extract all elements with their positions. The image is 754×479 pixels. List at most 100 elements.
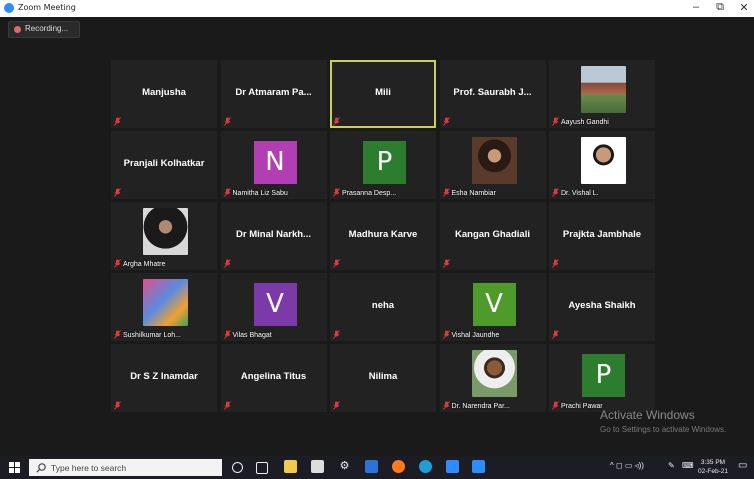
mic-muted-icon [114, 188, 121, 197]
participant-tile[interactable]: Dr. Narendra Par... [439, 344, 546, 412]
participant-tile[interactable]: Argha Mhatre [111, 202, 217, 270]
cortana-icon[interactable] [232, 462, 243, 473]
participant-display-name: Mili [375, 87, 391, 98]
participant-display-name: Prajkta Jambhale [562, 229, 642, 240]
record-dot-icon [14, 26, 21, 33]
participant-tile[interactable]: Prajkta Jambhale [549, 202, 655, 270]
window-title: Zoom Meeting [18, 3, 76, 12]
participant-video-icon [143, 208, 188, 255]
zoom-logo-icon [4, 3, 14, 13]
participant-video-icon [143, 279, 188, 326]
mic-muted-icon [552, 188, 559, 197]
mic-muted-icon [223, 259, 231, 268]
participant-display-name: Ayesha Shaikh [568, 300, 636, 311]
participant-display-name: neha [371, 300, 395, 311]
participant-display-name: Prof. Saurabh J... [453, 87, 532, 98]
mic-muted-icon [442, 259, 450, 268]
taskbar-search[interactable]: Type here to search [29, 459, 222, 476]
participant-display-name: Madhura Karve [348, 229, 418, 240]
mic-muted-icon [552, 401, 559, 410]
participant-tile[interactable]: N Namitha Liz Sabu [220, 131, 327, 199]
participant-tile[interactable]: Esha Nambiar [439, 131, 546, 199]
participant-tile[interactable]: Dr Minal Narkh... [220, 202, 327, 270]
mic-muted-icon [333, 259, 340, 268]
participant-avatar: P [363, 141, 406, 184]
minimize-button[interactable]: – [688, 1, 704, 13]
participant-avatar: P [582, 354, 625, 397]
participant-tile[interactable]: Madhura Karve [330, 202, 436, 270]
participant-display-name: Dr S Z Inamdar [130, 371, 198, 382]
zoom-taskbar-icon[interactable] [446, 460, 459, 473]
participant-display-name: Pranjali Kolhatkar [123, 158, 205, 169]
mic-muted-icon [114, 259, 121, 268]
store-icon[interactable] [311, 460, 324, 473]
activate-windows-watermark: Activate Windows Go to Settings to activ… [600, 408, 726, 434]
mic-muted-icon [333, 117, 340, 126]
keyboard-icon[interactable]: ⌨ [682, 461, 694, 470]
participant-avatar: V [472, 283, 516, 326]
notifications-icon[interactable]: ▭ [738, 460, 747, 471]
mic-muted-icon [223, 188, 231, 197]
zoom-meeting-taskbar-icon[interactable] [472, 460, 485, 473]
participant-tile[interactable]: Pranjali Kolhatkar [111, 131, 217, 199]
file-explorer-icon[interactable] [284, 460, 297, 473]
participant-avatar: N [253, 141, 297, 184]
participant-tile[interactable]: Ayesha Shaikh [549, 273, 655, 341]
participant-tile[interactable]: V Vishal Jaundhe [439, 273, 546, 341]
mic-muted-icon [442, 330, 450, 339]
participant-tile[interactable]: Dr S Z Inamdar [111, 344, 217, 412]
participant-name-label: Dr. Vishal L. [561, 190, 599, 197]
participant-tile[interactable]: P Prasanna Desp... [330, 131, 436, 199]
participant-video-icon [581, 137, 626, 184]
windows-start-icon[interactable] [9, 462, 20, 473]
participant-tile[interactable]: Mili [330, 60, 436, 128]
mic-muted-icon [223, 401, 231, 410]
mic-muted-icon [333, 330, 340, 339]
system-tray[interactable]: ^ ◻ ▭ ◃)) [610, 461, 644, 470]
participant-tile[interactable]: neha [330, 273, 436, 341]
restore-button[interactable]: ⧉ [712, 1, 728, 14]
mic-muted-icon [552, 330, 559, 339]
participant-tile[interactable]: Sushilkumar Loh... [111, 273, 217, 341]
participant-video-icon [471, 137, 517, 184]
close-button[interactable]: ✕ [736, 1, 752, 14]
mic-muted-icon [223, 117, 231, 126]
title-bar: Zoom Meeting – ⧉ ✕ [0, 0, 754, 17]
windows-taskbar: Type here to search ⚙ ^ ◻ ▭ ◃)) ✎ ⌨ 3:35… [0, 456, 754, 479]
task-view-icon[interactable] [256, 462, 268, 474]
participant-display-name: Angelina Titus [240, 371, 307, 382]
participant-video-icon [581, 66, 626, 113]
pen-icon[interactable]: ✎ [668, 461, 675, 470]
settings-gear-icon[interactable]: ⚙ [338, 460, 351, 473]
participant-tile[interactable]: Kangan Ghadiali [439, 202, 546, 270]
participant-name-label: Aayush Gandhi [561, 119, 609, 126]
mic-muted-icon [442, 117, 450, 126]
participant-tile[interactable]: V Vilas Bhagat [220, 273, 327, 341]
participant-tile[interactable]: Angelina Titus [220, 344, 327, 412]
mail-icon[interactable] [365, 460, 378, 473]
recording-indicator[interactable]: Recording... [8, 21, 80, 38]
mic-muted-icon [333, 188, 340, 197]
mic-muted-icon [442, 188, 450, 197]
mic-muted-icon [442, 401, 450, 410]
mic-muted-icon [114, 117, 121, 126]
mic-muted-icon [552, 259, 559, 268]
participant-name-label: Dr. Narendra Par... [451, 403, 510, 410]
participant-name-label: Argha Mhatre [123, 261, 166, 268]
participant-tile[interactable]: Dr. Vishal L. [549, 131, 655, 199]
edge-icon[interactable] [419, 460, 432, 473]
participant-name-label: Vishal Jaundhe [451, 332, 500, 339]
participant-tile[interactable]: Manjusha [111, 60, 217, 128]
participant-tile[interactable]: Dr Atmaram Pa... [220, 60, 327, 128]
participant-name-label: Namitha Liz Sabu [232, 190, 288, 197]
participant-tile[interactable]: Prof. Saurabh J... [439, 60, 546, 128]
participant-tile[interactable]: Aayush Gandhi [549, 60, 655, 128]
participant-video-icon [471, 350, 517, 397]
participant-display-name: Manjusha [142, 87, 186, 98]
participant-name-label: Prachi Pawar [561, 403, 603, 410]
mic-muted-icon [552, 117, 559, 126]
participant-tile[interactable]: Nilima [330, 344, 436, 412]
taskbar-clock[interactable]: 3:35 PM 02-Feb-21 [698, 458, 728, 476]
participant-tile[interactable]: P Prachi Pawar [549, 344, 655, 412]
firefox-icon[interactable] [392, 460, 405, 473]
